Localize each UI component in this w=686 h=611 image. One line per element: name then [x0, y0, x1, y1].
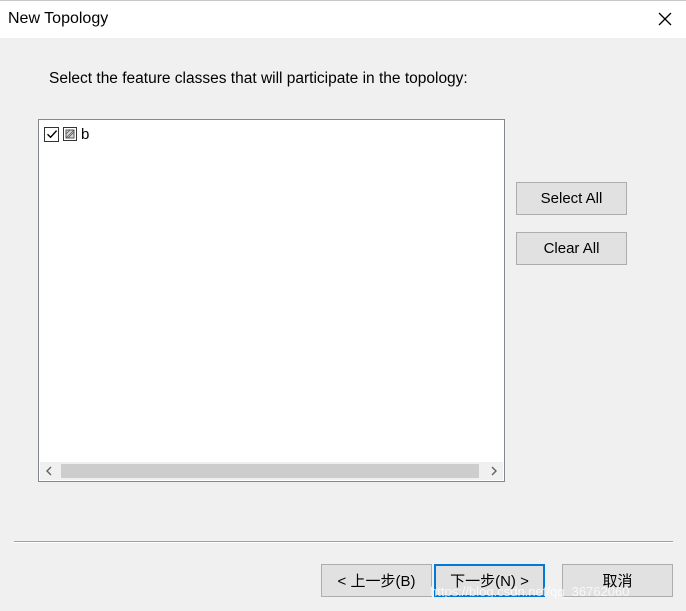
chevron-left-icon	[46, 466, 52, 476]
instruction-text: Select the feature classes that will par…	[49, 70, 468, 87]
clear-all-button[interactable]: Clear All	[516, 232, 627, 265]
scroll-thumb[interactable]	[61, 464, 479, 478]
horizontal-scrollbar[interactable]	[40, 462, 503, 480]
chevron-right-icon	[491, 466, 497, 476]
back-button[interactable]: < 上一步(B)	[321, 564, 432, 597]
feature-class-list[interactable]: b	[38, 119, 505, 482]
watermark-text: https://blog.csdn.net/qq_36762060	[430, 584, 630, 599]
feature-class-label: b	[81, 125, 90, 143]
checkmark-icon	[46, 130, 57, 139]
scroll-left-button[interactable]	[40, 462, 58, 480]
select-all-button[interactable]: Select All	[516, 182, 627, 215]
list-item[interactable]: b	[44, 125, 89, 143]
footer-divider	[14, 541, 673, 543]
close-icon	[658, 12, 672, 26]
title-bar: New Topology	[0, 0, 686, 38]
polygon-feature-class-icon	[63, 127, 77, 141]
scroll-right-button[interactable]	[485, 462, 503, 480]
feature-checkbox[interactable]	[44, 126, 59, 142]
window-title: New Topology	[8, 10, 109, 27]
close-button[interactable]	[650, 5, 680, 33]
